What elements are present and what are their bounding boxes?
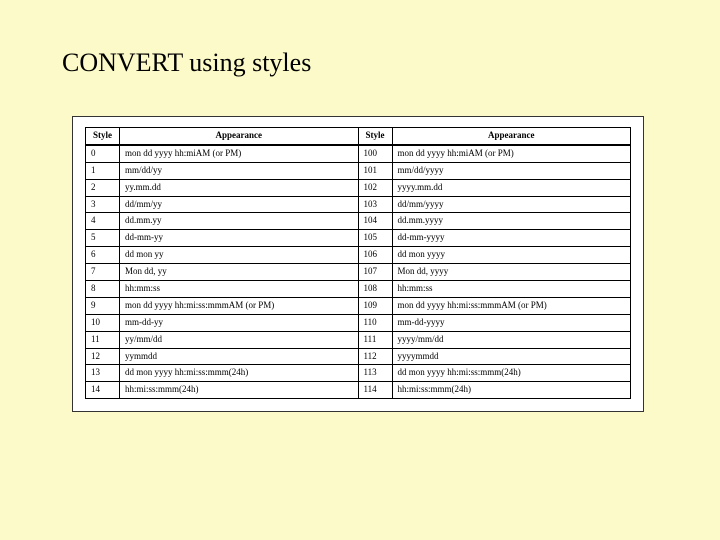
- cell-style-left: 13: [86, 365, 120, 382]
- cell-appearance-left: yymmdd: [120, 348, 359, 365]
- cell-style-right: 114: [358, 382, 392, 399]
- cell-appearance-left: mm/dd/yy: [120, 162, 359, 179]
- cell-style-left: 14: [86, 382, 120, 399]
- page-title: CONVERT using styles: [62, 48, 311, 78]
- cell-appearance-right: dd/mm/yyyy: [392, 196, 631, 213]
- cell-style-right: 104: [358, 213, 392, 230]
- table-row: 13dd mon yyyy hh:mi:ss:mmm(24h)113dd mon…: [86, 365, 631, 382]
- cell-appearance-left: dd-mm-yy: [120, 230, 359, 247]
- cell-appearance-right: dd.mm.yyyy: [392, 213, 631, 230]
- col-header-appearance-left: Appearance: [120, 128, 359, 145]
- convert-styles-table: Style Appearance Style Appearance 0mon d…: [85, 127, 631, 399]
- cell-style-right: 107: [358, 264, 392, 281]
- cell-appearance-right: dd mon yyyy: [392, 247, 631, 264]
- cell-style-right: 109: [358, 297, 392, 314]
- cell-style-left: 12: [86, 348, 120, 365]
- table-row: 2yy.mm.dd102yyyy.mm.dd: [86, 179, 631, 196]
- table-container: Style Appearance Style Appearance 0mon d…: [72, 116, 644, 412]
- cell-appearance-left: dd.mm.yy: [120, 213, 359, 230]
- cell-appearance-right: mm/dd/yyyy: [392, 162, 631, 179]
- slide: CONVERT using styles Style Appearance St…: [0, 0, 720, 540]
- cell-style-right: 101: [358, 162, 392, 179]
- cell-style-left: 11: [86, 331, 120, 348]
- cell-appearance-left: mon dd yyyy hh:miAM (or PM): [120, 145, 359, 162]
- cell-style-right: 103: [358, 196, 392, 213]
- cell-appearance-right: dd-mm-yyyy: [392, 230, 631, 247]
- table-row: 4dd.mm.yy104dd.mm.yyyy: [86, 213, 631, 230]
- table-row: 1mm/dd/yy101mm/dd/yyyy: [86, 162, 631, 179]
- cell-style-left: 10: [86, 314, 120, 331]
- cell-style-left: 6: [86, 247, 120, 264]
- cell-style-right: 102: [358, 179, 392, 196]
- cell-appearance-right: mon dd yyyy hh:mi:ss:mmmAM (or PM): [392, 297, 631, 314]
- table-row: 7Mon dd, yy107Mon dd, yyyy: [86, 264, 631, 281]
- table-row: 9mon dd yyyy hh:mi:ss:mmmAM (or PM)109mo…: [86, 297, 631, 314]
- table-row: 10mm-dd-yy110mm-dd-yyyy: [86, 314, 631, 331]
- cell-style-right: 106: [358, 247, 392, 264]
- cell-style-left: 7: [86, 264, 120, 281]
- cell-style-left: 0: [86, 145, 120, 162]
- table-row: 11yy/mm/dd111yyyy/mm/dd: [86, 331, 631, 348]
- cell-appearance-right: hh:mm:ss: [392, 281, 631, 298]
- table-row: 14hh:mi:ss:mmm(24h)114hh:mi:ss:mmm(24h): [86, 382, 631, 399]
- table-row: 5dd-mm-yy105dd-mm-yyyy: [86, 230, 631, 247]
- cell-appearance-right: Mon dd, yyyy: [392, 264, 631, 281]
- cell-appearance-right: yyyy.mm.dd: [392, 179, 631, 196]
- table-row: 0mon dd yyyy hh:miAM (or PM)100mon dd yy…: [86, 145, 631, 162]
- table-header-row: Style Appearance Style Appearance: [86, 128, 631, 145]
- table-row: 3dd/mm/yy103dd/mm/yyyy: [86, 196, 631, 213]
- cell-appearance-left: dd/mm/yy: [120, 196, 359, 213]
- cell-style-right: 113: [358, 365, 392, 382]
- cell-appearance-left: yy/mm/dd: [120, 331, 359, 348]
- cell-appearance-right: yyyy/mm/dd: [392, 331, 631, 348]
- cell-style-left: 8: [86, 281, 120, 298]
- cell-appearance-left: hh:mm:ss: [120, 281, 359, 298]
- cell-appearance-left: yy.mm.dd: [120, 179, 359, 196]
- table-row: 12yymmdd112yyyymmdd: [86, 348, 631, 365]
- cell-appearance-left: mon dd yyyy hh:mi:ss:mmmAM (or PM): [120, 297, 359, 314]
- cell-style-left: 1: [86, 162, 120, 179]
- table-row: 6dd mon yy106dd mon yyyy: [86, 247, 631, 264]
- cell-style-right: 110: [358, 314, 392, 331]
- cell-style-left: 9: [86, 297, 120, 314]
- cell-style-right: 105: [358, 230, 392, 247]
- cell-style-right: 112: [358, 348, 392, 365]
- cell-appearance-left: dd mon yy: [120, 247, 359, 264]
- col-header-style-right: Style: [358, 128, 392, 145]
- table-row: 8hh:mm:ss108hh:mm:ss: [86, 281, 631, 298]
- col-header-appearance-right: Appearance: [392, 128, 631, 145]
- col-header-style-left: Style: [86, 128, 120, 145]
- cell-appearance-left: Mon dd, yy: [120, 264, 359, 281]
- cell-style-right: 111: [358, 331, 392, 348]
- cell-style-left: 2: [86, 179, 120, 196]
- cell-appearance-left: hh:mi:ss:mmm(24h): [120, 382, 359, 399]
- cell-style-left: 3: [86, 196, 120, 213]
- cell-appearance-right: mm-dd-yyyy: [392, 314, 631, 331]
- cell-style-left: 4: [86, 213, 120, 230]
- cell-style-right: 100: [358, 145, 392, 162]
- cell-appearance-left: dd mon yyyy hh:mi:ss:mmm(24h): [120, 365, 359, 382]
- cell-appearance-left: mm-dd-yy: [120, 314, 359, 331]
- cell-appearance-right: hh:mi:ss:mmm(24h): [392, 382, 631, 399]
- cell-style-left: 5: [86, 230, 120, 247]
- cell-appearance-right: dd mon yyyy hh:mi:ss:mmm(24h): [392, 365, 631, 382]
- cell-style-right: 108: [358, 281, 392, 298]
- cell-appearance-right: yyyymmdd: [392, 348, 631, 365]
- cell-appearance-right: mon dd yyyy hh:miAM (or PM): [392, 145, 631, 162]
